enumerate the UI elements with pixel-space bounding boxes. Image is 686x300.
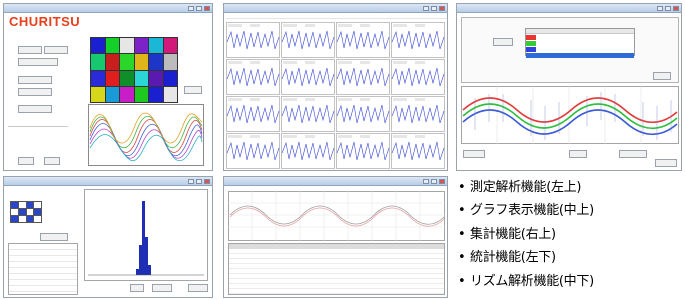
control-button[interactable]	[44, 46, 68, 54]
close-icon[interactable]	[439, 5, 445, 11]
screenshot-collage: CHURITSU • 測定解析機能(左上) • グラフ表示機能(中上) • 集計…	[0, 0, 686, 300]
brand-logo: CHURITSU	[9, 14, 81, 29]
close-icon[interactable]	[439, 178, 445, 184]
minimize-icon[interactable]	[188, 5, 194, 11]
measurement-analysis-screenshot: CHURITSU	[3, 3, 213, 171]
histogram-plot	[84, 189, 208, 281]
control-button[interactable]	[40, 233, 68, 241]
control-button[interactable]	[463, 150, 485, 158]
control-button[interactable]	[493, 38, 513, 46]
caption-item: 測定解析機能(左上)	[456, 176, 684, 200]
rhythm-plot	[228, 191, 445, 241]
control-button[interactable]	[18, 58, 58, 66]
feature-caption-list: 測定解析機能(左上) グラフ表示機能(中上) 集計機能(右上) 統計機能(左下)…	[456, 176, 684, 293]
aggregated-wave-plot	[461, 86, 679, 144]
maximize-icon[interactable]	[431, 5, 437, 11]
control-button[interactable]	[188, 284, 208, 292]
caption-item: リズム解析機能(中下)	[456, 270, 684, 294]
minimize-icon[interactable]	[657, 5, 663, 11]
rhythm-results-table	[228, 243, 445, 295]
maximize-icon[interactable]	[665, 5, 671, 11]
group-table	[525, 28, 635, 58]
window-titlebar	[457, 4, 681, 13]
control-button[interactable]	[130, 284, 144, 292]
statistics-screenshot	[3, 176, 213, 298]
waveform-grid	[226, 22, 445, 169]
close-icon[interactable]	[673, 5, 679, 11]
minimize-icon[interactable]	[188, 178, 194, 184]
window-titlebar	[4, 177, 212, 186]
window-titlebar	[224, 4, 447, 13]
maximize-icon[interactable]	[196, 178, 202, 184]
window-titlebar	[224, 177, 447, 186]
waveform-overlay-plot	[88, 104, 204, 166]
rhythm-analysis-screenshot	[223, 176, 448, 298]
graph-display-screenshot	[223, 3, 448, 171]
control-button[interactable]	[655, 159, 677, 167]
maximize-icon[interactable]	[431, 178, 437, 184]
statistics-table	[8, 243, 78, 295]
close-icon[interactable]	[204, 5, 210, 11]
well-plate-grid	[90, 37, 178, 103]
minimize-icon[interactable]	[423, 5, 429, 11]
control-button[interactable]	[18, 88, 52, 96]
control-button[interactable]	[152, 284, 172, 292]
control-button[interactable]	[619, 150, 647, 158]
aggregation-screenshot	[456, 3, 682, 171]
control-button[interactable]	[18, 157, 34, 165]
close-icon[interactable]	[204, 178, 210, 184]
caption-item: グラフ表示機能(中上)	[456, 199, 684, 223]
window-titlebar	[4, 4, 212, 13]
caption-item: 統計機能(左下)	[456, 246, 684, 270]
maximize-icon[interactable]	[196, 5, 202, 11]
control-button[interactable]	[569, 150, 587, 158]
control-button[interactable]	[653, 72, 671, 80]
control-button[interactable]	[18, 76, 52, 84]
control-button[interactable]	[18, 46, 42, 54]
plate-thumbnail	[10, 201, 42, 223]
minimize-icon[interactable]	[423, 178, 429, 184]
control-button[interactable]	[44, 157, 60, 165]
control-button[interactable]	[18, 105, 52, 113]
control-button[interactable]	[184, 86, 202, 94]
caption-item: 集計機能(右上)	[456, 223, 684, 247]
